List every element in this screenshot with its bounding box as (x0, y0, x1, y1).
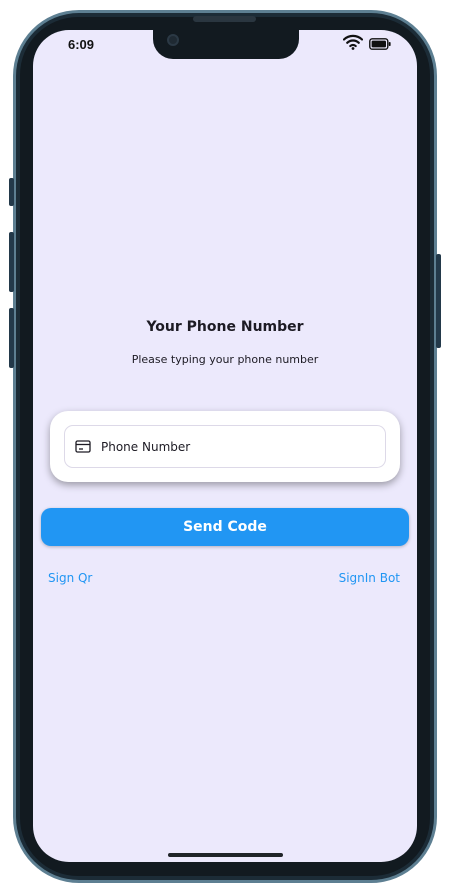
page-subtitle: Please typing your phone number (131, 353, 319, 366)
silent-switch (9, 178, 14, 206)
volume-up-button (9, 232, 14, 292)
front-camera (167, 34, 179, 46)
wifi-icon (342, 34, 364, 54)
sign-qr-link[interactable]: Sign Qr (48, 571, 92, 585)
speaker (193, 16, 256, 22)
power-button (436, 254, 441, 348)
page-title: Your Phone Number (146, 319, 304, 335)
phone-input-card (50, 411, 400, 482)
phone-input-box[interactable] (64, 425, 386, 468)
signin-bot-link[interactable]: SignIn Bot (339, 571, 400, 585)
battery-icon (369, 35, 391, 54)
status-icons (342, 34, 391, 54)
status-time: 6:09 (68, 37, 95, 52)
home-indicator[interactable] (168, 853, 283, 857)
card-icon (75, 440, 91, 454)
send-code-button[interactable]: Send Code (41, 508, 409, 546)
volume-down-button (9, 308, 14, 368)
phone-number-input[interactable] (101, 439, 361, 454)
